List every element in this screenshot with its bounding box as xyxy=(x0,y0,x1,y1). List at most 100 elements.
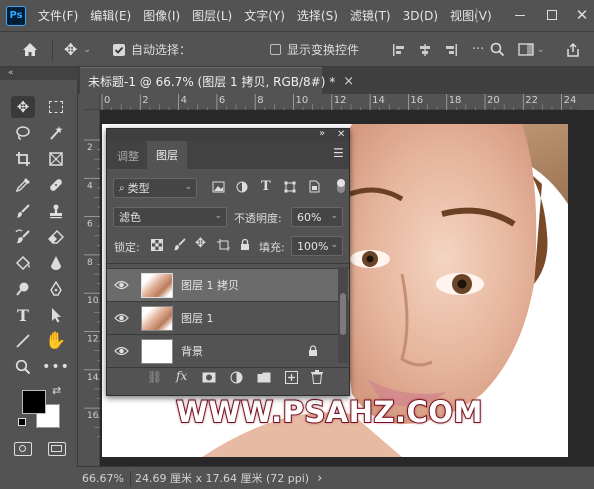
tools-panel-header[interactable]: « xyxy=(0,67,78,80)
swap-colors-icon[interactable]: ⇄ xyxy=(52,384,61,397)
eye-visibility-icon[interactable] xyxy=(107,346,135,356)
vertical-ruler[interactable]: 2 4 6 8 10 12 14 16 xyxy=(84,110,100,466)
eye-visibility-icon[interactable] xyxy=(107,313,135,323)
menu-edit[interactable]: 编辑(E) xyxy=(90,7,131,24)
eyedropper-icon[interactable] xyxy=(11,174,35,196)
layer-row[interactable]: 背景 xyxy=(107,334,349,367)
share-button[interactable] xyxy=(565,32,581,67)
layer-name[interactable]: 图层 1 xyxy=(181,310,214,326)
menu-select[interactable]: 选择(S) xyxy=(297,7,338,24)
quick-mask-icon[interactable] xyxy=(14,442,32,456)
lasso-tool-icon[interactable] xyxy=(11,122,35,144)
blur-tool-icon[interactable] xyxy=(44,252,68,274)
history-brush-icon[interactable] xyxy=(11,226,35,248)
filter-kind-dropdown[interactable]: ⌕ 类型 ⌄ xyxy=(113,178,197,198)
lock-transparent-pixels-icon[interactable] xyxy=(151,239,163,254)
tab-layers[interactable]: 图层 xyxy=(147,141,187,169)
lock-position-icon[interactable]: ✥ xyxy=(195,236,206,251)
menu-layer[interactable]: 图层(L) xyxy=(192,7,232,24)
align-horizontal-centers-button[interactable] xyxy=(418,32,436,67)
link-layers-icon[interactable]: ⛓ xyxy=(147,370,162,384)
filter-shape-icon[interactable] xyxy=(284,181,296,196)
layers-scrollbar[interactable] xyxy=(338,267,348,363)
frame-tool-icon[interactable] xyxy=(44,148,68,170)
healing-brush-icon[interactable] xyxy=(44,174,68,196)
panel-menu-icon[interactable]: ☰ xyxy=(333,146,344,160)
horizontal-ruler[interactable]: 0 2 4 6 8 10 12 14 16 18 20 22 24 xyxy=(100,94,578,110)
eye-visibility-icon[interactable] xyxy=(107,280,135,290)
eraser-icon[interactable] xyxy=(44,226,68,248)
new-adjustment-layer-icon[interactable] xyxy=(230,371,243,387)
menu-view[interactable]: 视图(V) xyxy=(450,7,492,24)
move-tool-icon[interactable]: ✥ xyxy=(11,96,35,118)
document-tab[interactable]: 未标题-1 @ 66.7% (图层 1 拷贝, RGB/8#) * × xyxy=(80,67,354,94)
path-select-icon[interactable] xyxy=(44,304,68,326)
layer-row[interactable]: 图层 1 xyxy=(107,301,349,334)
menu-3d[interactable]: 3D(D) xyxy=(403,9,438,23)
new-layer-icon[interactable] xyxy=(285,371,298,387)
brush-tool-icon[interactable] xyxy=(11,200,35,222)
workspace-button[interactable]: ⌄ xyxy=(518,32,545,67)
lock-image-pixels-icon[interactable] xyxy=(173,238,186,254)
restore-window-button[interactable] xyxy=(542,6,562,24)
delete-layer-icon[interactable] xyxy=(311,370,323,387)
new-group-icon[interactable] xyxy=(257,372,271,386)
menu-file[interactable]: 文件(F) xyxy=(38,7,78,24)
layer-name[interactable]: 图层 1 拷贝 xyxy=(181,277,239,293)
reset-colors-icon[interactable] xyxy=(18,418,26,426)
marquee-tool-icon[interactable] xyxy=(44,96,68,118)
screen-mode-icon[interactable] xyxy=(48,442,66,456)
hand-tool-icon[interactable]: ✋ xyxy=(44,330,68,352)
filter-adjustment-icon[interactable] xyxy=(236,181,248,196)
home-button[interactable] xyxy=(22,32,44,67)
lock-all-icon[interactable] xyxy=(240,238,250,254)
filter-type-icon[interactable]: T xyxy=(261,179,271,194)
more-options-button[interactable]: ··· xyxy=(472,32,484,67)
dodge-tool-icon[interactable] xyxy=(11,278,35,300)
menu-image[interactable]: 图像(I) xyxy=(143,7,180,24)
foreground-color-swatch[interactable] xyxy=(22,390,46,414)
close-window-button[interactable]: ✕ xyxy=(572,5,592,25)
more-tools-icon[interactable]: ••• xyxy=(42,356,69,378)
align-left-edges-button[interactable] xyxy=(392,32,410,67)
paint-bucket-icon[interactable] xyxy=(11,252,35,274)
line-tool-icon[interactable] xyxy=(11,330,35,352)
crop-tool-icon[interactable] xyxy=(11,148,35,170)
type-tool-icon[interactable]: T xyxy=(11,304,35,326)
layer-name[interactable]: 背景 xyxy=(181,343,203,359)
search-button[interactable] xyxy=(490,32,505,67)
panel-header[interactable] xyxy=(107,129,349,141)
menu-filter[interactable]: 滤镜(T) xyxy=(350,7,391,24)
chevron-down-icon: ⌄ xyxy=(330,211,338,221)
menu-type[interactable]: 文字(Y) xyxy=(244,7,285,24)
zoom-tool-icon[interactable] xyxy=(11,356,35,378)
pen-tool-icon[interactable] xyxy=(44,278,68,300)
show-transform-checkbox[interactable] xyxy=(270,32,281,67)
close-tab-icon[interactable]: × xyxy=(343,74,354,89)
opacity-input[interactable]: 60% ⌄ xyxy=(291,207,343,227)
filter-toggle[interactable] xyxy=(337,179,345,193)
ruler-label: 4 xyxy=(181,95,187,106)
quick-select-icon[interactable] xyxy=(44,122,68,144)
layer-style-fx-icon[interactable]: fx xyxy=(176,369,187,383)
lock-artboard-icon[interactable] xyxy=(217,239,230,254)
ruler-label: 18 xyxy=(449,95,462,106)
align-right-edges-button[interactable] xyxy=(444,32,462,67)
collapse-panel-icon[interactable]: » xyxy=(319,128,325,139)
filter-smart-object-icon[interactable] xyxy=(309,180,320,196)
add-mask-icon[interactable] xyxy=(202,372,216,386)
status-menu-arrow[interactable]: › xyxy=(317,471,322,486)
clone-stamp-icon[interactable] xyxy=(44,200,68,222)
layer-thumbnail xyxy=(141,305,173,331)
photoshop-logo-icon[interactable]: Ps xyxy=(6,5,26,26)
fill-input[interactable]: 100% ⌄ xyxy=(291,236,343,256)
move-tool-preset-button[interactable]: ✥ ⌄ xyxy=(64,32,100,67)
blend-mode-dropdown[interactable]: 滤色 ⌄ xyxy=(113,207,227,227)
close-panel-icon[interactable]: ✕ xyxy=(337,129,345,140)
auto-select-checkbox[interactable] xyxy=(113,32,125,67)
zoom-level[interactable]: 66.67% xyxy=(82,472,126,485)
filter-pixel-icon[interactable] xyxy=(212,181,225,196)
tab-adjustments[interactable]: 调整 xyxy=(117,148,139,164)
layer-row[interactable]: 图层 1 拷贝 xyxy=(107,268,349,301)
minimize-window-button[interactable] xyxy=(510,6,530,24)
